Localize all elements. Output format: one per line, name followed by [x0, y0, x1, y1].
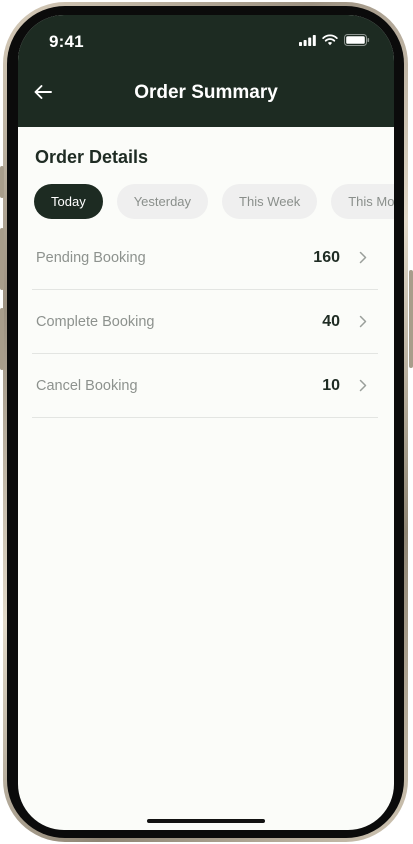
- row-label: Complete Booking: [36, 313, 155, 330]
- row-value: 10: [322, 376, 340, 394]
- signal-icon: [299, 33, 316, 51]
- silent-switch: [0, 166, 4, 198]
- row-label: Cancel Booking: [36, 377, 138, 394]
- chevron-right-icon: [357, 251, 369, 265]
- battery-icon: [344, 33, 370, 51]
- tab-this-month[interactable]: This Month: [331, 184, 394, 219]
- period-tabs: Today Yesterday This Week This Month: [34, 184, 394, 219]
- chevron-right-icon: [357, 315, 369, 329]
- list-item-complete-booking[interactable]: Complete Booking 40: [32, 290, 378, 354]
- tab-yesterday[interactable]: Yesterday: [116, 184, 209, 219]
- home-indicator[interactable]: [147, 819, 265, 823]
- power-button: [409, 270, 413, 368]
- app-screen: 9:41 Order Summary Order Details Today Y…: [18, 15, 394, 830]
- list-item-pending-booking[interactable]: Pending Booking 160: [32, 226, 378, 290]
- page-title: Order Summary: [134, 82, 278, 103]
- row-value: 160: [313, 248, 340, 266]
- chevron-right-icon: [357, 379, 369, 393]
- wifi-icon: [322, 33, 338, 51]
- tab-this-week[interactable]: This Week: [222, 184, 318, 219]
- tab-today[interactable]: Today: [34, 184, 103, 219]
- status-icons: [299, 33, 370, 51]
- booking-list: Pending Booking 160 Complete Booking 40 …: [32, 226, 378, 418]
- volume-down-button: [0, 308, 4, 370]
- section-title: Order Details: [35, 147, 149, 167]
- volume-up-button: [0, 228, 4, 290]
- row-label: Pending Booking: [36, 249, 146, 266]
- row-value: 40: [322, 312, 340, 330]
- status-time: 9:41: [49, 32, 84, 51]
- app-header: 9:41 Order Summary: [18, 15, 394, 127]
- list-item-cancel-booking[interactable]: Cancel Booking 10: [32, 354, 378, 418]
